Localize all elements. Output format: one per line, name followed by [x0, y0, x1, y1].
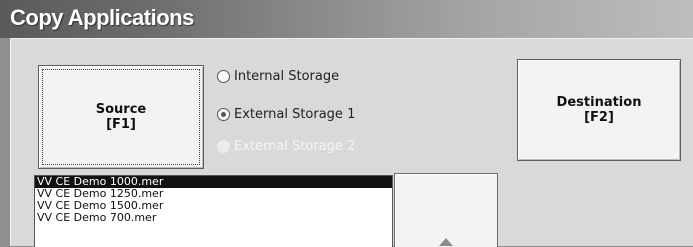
radio-external-storage-1[interactable]: External Storage 1: [217, 107, 355, 122]
source-button[interactable]: Source [F1]: [38, 65, 204, 169]
title-bar: Copy Applications: [0, 0, 693, 38]
destination-button-key: [F2]: [584, 110, 614, 125]
radio-label: Internal Storage: [234, 69, 340, 84]
destination-button-label: Destination: [556, 95, 642, 110]
radio-button-checked-icon: [217, 108, 230, 121]
source-button-label: Source: [95, 102, 147, 117]
window-title: Copy Applications: [10, 5, 194, 30]
main-panel: Source [F1] Internal Storage External St…: [10, 38, 693, 247]
source-button-key: [F1]: [106, 117, 136, 132]
file-listbox[interactable]: VV CE Demo 1000.mer VV CE Demo 1250.mer …: [34, 175, 393, 247]
radio-button-disabled-icon: [217, 140, 230, 153]
radio-internal-storage[interactable]: Internal Storage: [217, 69, 339, 84]
list-item[interactable]: VV CE Demo 700.mer: [35, 212, 392, 224]
radio-label: External Storage 2: [234, 139, 356, 154]
radio-button-icon: [217, 70, 230, 83]
scroll-up-button[interactable]: [394, 173, 498, 247]
radio-label: External Storage 1: [234, 107, 356, 122]
radio-external-storage-2: External Storage 2: [217, 139, 355, 154]
destination-button[interactable]: Destination [F2]: [517, 59, 681, 161]
